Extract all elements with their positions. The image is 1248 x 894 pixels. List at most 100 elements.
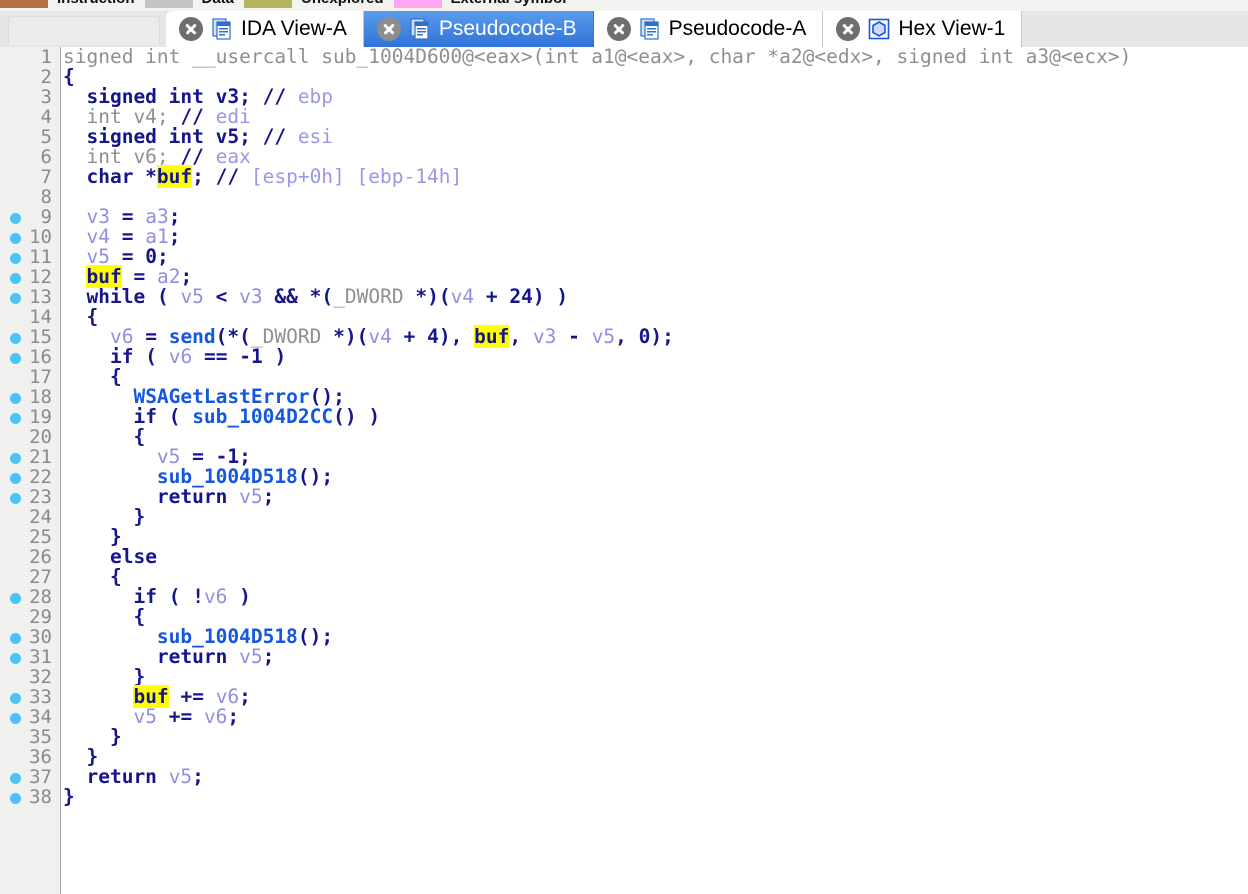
code-line[interactable]: 15 v6 = send(*(_DWORD *)(v4 + 4), buf, v… (0, 325, 1248, 348)
tab-ida-view-a[interactable]: IDA View-A (166, 11, 364, 47)
code-line[interactable]: 4 int v4; // edi (0, 107, 1248, 128)
close-icon[interactable] (606, 17, 631, 41)
code-line[interactable]: 24 } (0, 507, 1248, 528)
code-text[interactable]: { (63, 567, 122, 587)
code-line[interactable]: 20 { (0, 427, 1248, 448)
code-line[interactable]: 33 buf += v6; (0, 685, 1248, 708)
code-line[interactable]: 5 signed int v5; // esi (0, 127, 1248, 148)
code-line[interactable]: 27 { (0, 567, 1248, 588)
code-line[interactable]: 16 if ( v6 == -1 ) (0, 347, 1248, 367)
code-line[interactable]: 32 } (0, 666, 1248, 688)
legend-label-data: Data (193, 0, 245, 7)
close-icon[interactable] (836, 17, 861, 41)
code-line[interactable]: 36 } (0, 747, 1248, 768)
code-line[interactable]: 26 else (0, 547, 1248, 568)
code-line[interactable]: 22 sub_1004D518(); (0, 467, 1248, 487)
code-line[interactable]: 18 WSAGetLastError(); (0, 387, 1248, 407)
code-text[interactable]: { (63, 307, 98, 327)
code-line[interactable]: 21 v5 = -1; (0, 447, 1248, 467)
code-text[interactable]: int v6; // eax (63, 147, 250, 167)
line-number: 32 (29, 666, 52, 688)
line-number: 15 (29, 326, 52, 348)
code-text[interactable]: v5 = 0; (63, 247, 168, 267)
code-text[interactable]: v5 = -1; (63, 447, 251, 467)
tab-pseudocode-b[interactable]: Pseudocode-B (363, 11, 594, 47)
code-text[interactable]: } (63, 667, 145, 687)
code-text[interactable]: return v5; (63, 767, 203, 787)
code-line[interactable]: 34 v5 += v6; (0, 707, 1248, 727)
document-icon (210, 17, 234, 41)
code-text[interactable]: return v5; (63, 647, 274, 667)
code-text[interactable]: signed int v5; // esi (63, 127, 333, 147)
code-line[interactable]: 38} (0, 787, 1248, 807)
code-text[interactable]: int v4; // edi (63, 107, 250, 127)
legend-label-instruction: Instruction (48, 0, 145, 7)
code-line[interactable]: 29 { (0, 607, 1248, 628)
code-text[interactable]: v6 = send(*(_DWORD *)(v4 + 4), buf, v3 -… (63, 325, 674, 348)
ida-pseudocode-window: Instruction Data Unexplored External sym… (0, 0, 1248, 894)
code-line[interactable]: 8 (0, 187, 1248, 207)
hex-icon (867, 17, 891, 41)
code-line[interactable]: 30 sub_1004D518(); (0, 627, 1248, 647)
line-number: 12 (29, 266, 52, 288)
code-text[interactable]: else (63, 547, 157, 567)
line-number: 38 (29, 786, 52, 808)
code-text[interactable]: signed int __usercall sub_1004D600@<eax>… (63, 47, 1131, 67)
code-text[interactable]: { (63, 67, 75, 87)
code-line[interactable]: 10 v4 = a1; (0, 227, 1248, 247)
code-line[interactable]: 6 int v6; // eax (0, 147, 1248, 168)
code-line[interactable]: 31 return v5; (0, 647, 1248, 667)
code-text[interactable]: } (63, 747, 98, 767)
code-text[interactable]: if ( v6 == -1 ) (63, 347, 286, 367)
code-line[interactable]: 37 return v5; (0, 767, 1248, 787)
line-number: 16 (29, 346, 52, 368)
code-text[interactable]: { (63, 367, 122, 387)
code-line[interactable]: 9 v3 = a3; (0, 207, 1248, 227)
code-line[interactable]: 23 return v5; (0, 487, 1248, 507)
code-line[interactable]: 3 signed int v3; // ebp (0, 87, 1248, 108)
code-text[interactable]: { (63, 427, 145, 447)
close-icon[interactable] (179, 17, 203, 41)
tab-pseudocode-a[interactable]: Pseudocode-A (593, 11, 824, 47)
code-line[interactable]: 2{ (0, 67, 1248, 88)
code-text[interactable]: v5 += v6; (63, 707, 239, 727)
code-line[interactable]: 17 { (0, 367, 1248, 388)
code-text[interactable]: } (63, 727, 122, 747)
code-lines[interactable]: 1 signed int __usercall sub_1004D600@<eax… (0, 47, 1248, 807)
code-text[interactable]: if ( sub_1004D2CC() ) (63, 407, 380, 427)
tab-hex-view-1[interactable]: Hex View-1 (823, 11, 1023, 47)
code-text[interactable]: if ( !v6 ) (63, 587, 250, 607)
code-text[interactable]: while ( v5 < v3 && *(_DWORD *)(v4 + 24) … (63, 287, 568, 307)
code-line[interactable]: 14 { (0, 307, 1248, 328)
code-text[interactable]: buf = a2; (63, 265, 192, 288)
close-icon[interactable] (376, 17, 401, 41)
code-text[interactable]: } (63, 787, 75, 807)
code-text[interactable]: sub_1004D518(); (63, 467, 333, 487)
code-line[interactable]: 19 if ( sub_1004D2CC() ) (0, 407, 1248, 427)
code-text[interactable]: } (63, 507, 145, 527)
legend-swatch-unexplored (244, 0, 293, 8)
code-line[interactable]: 7 char *buf; // [esp+0h] [ebp-14h] (0, 165, 1248, 188)
code-line[interactable]: 12 buf = a2; (0, 265, 1248, 288)
code-line[interactable]: 1 signed int __usercall sub_1004D600@<eax… (0, 47, 1248, 67)
navigator-legend-items: Instruction Data Unexplored External sym… (0, 0, 1248, 11)
code-text[interactable]: v3 = a3; (63, 207, 180, 227)
code-text[interactable]: signed int v3; // ebp (63, 87, 333, 107)
code-text[interactable]: return v5; (63, 487, 274, 507)
code-text[interactable]: sub_1004D518(); (63, 627, 333, 647)
code-text[interactable]: { (63, 607, 145, 627)
line-number: 9 (40, 206, 52, 228)
code-line[interactable]: 35 } (0, 727, 1248, 748)
code-text[interactable]: char *buf; // [esp+0h] [ebp-14h] (63, 165, 462, 188)
line-number: 25 (29, 526, 52, 548)
code-line[interactable]: 25 } (0, 526, 1248, 548)
line-number: 11 (29, 246, 52, 268)
code-text[interactable]: WSAGetLastError(); (63, 387, 344, 407)
code-line[interactable]: 28 if ( !v6 ) (0, 587, 1248, 607)
code-text[interactable]: } (63, 527, 122, 547)
code-line[interactable]: 13 while ( v5 < v3 && *(_DWORD *)(v4 + 2… (0, 287, 1248, 307)
code-text[interactable]: v4 = a1; (63, 227, 180, 247)
code-line[interactable]: 11 v5 = 0; (0, 247, 1248, 267)
code-text[interactable]: buf += v6; (63, 685, 251, 708)
pseudocode-editor[interactable]: 1 signed int __usercall sub_1004D600@<eax… (0, 47, 1248, 894)
